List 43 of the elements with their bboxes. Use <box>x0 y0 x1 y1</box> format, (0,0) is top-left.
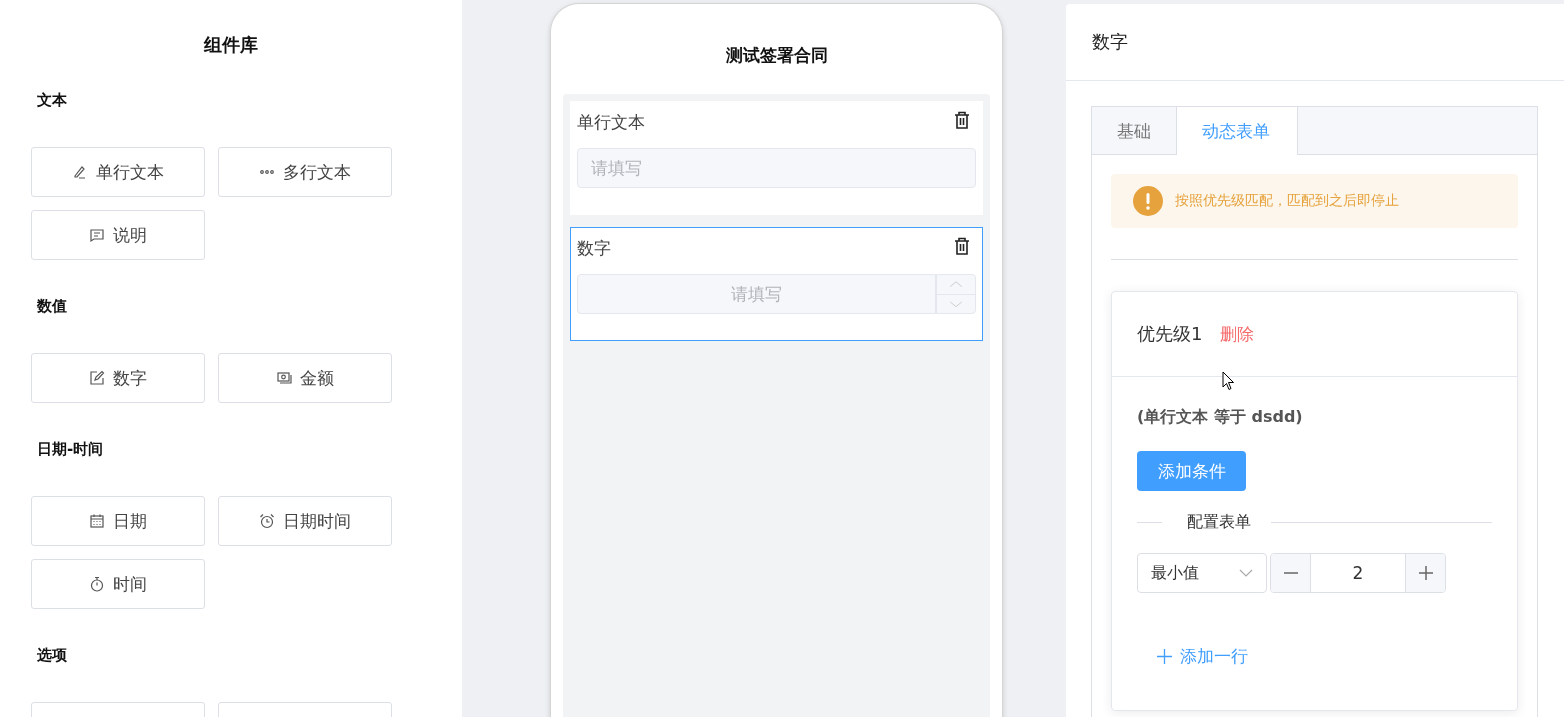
money-icon <box>276 370 292 386</box>
select-field[interactable]: 最小值 <box>1137 553 1267 593</box>
pen-icon <box>72 164 88 180</box>
minus-icon <box>1282 572 1299 574</box>
comment-icon <box>89 227 105 243</box>
plus-icon <box>1417 565 1434 581</box>
form-field-card[interactable]: 单行文本 请填写 <box>570 101 983 215</box>
warning-icon <box>1133 186 1163 216</box>
component-button[interactable]: 数字 <box>31 353 205 403</box>
panel-title: 组件库 <box>202 33 259 57</box>
trash-icon[interactable] <box>952 236 972 256</box>
condition-text: (单行文本 等于 dsdd) <box>1137 407 1303 426</box>
group-title: 日期-时间 <box>37 439 105 460</box>
panel-title: 数字 <box>1092 30 1128 54</box>
chevron-down-icon <box>1239 569 1253 577</box>
plus-icon <box>1157 649 1172 664</box>
minus-button[interactable] <box>1271 554 1311 592</box>
component-button[interactable]: 日期 <box>31 496 205 546</box>
form-field-card[interactable]: 数字 请填写 <box>570 227 983 341</box>
calendar-icon <box>89 513 105 529</box>
field-label: 数字 <box>577 237 611 260</box>
group-title: 文本 <box>37 90 68 111</box>
component-button[interactable]: 金额 <box>218 353 392 403</box>
mouse-cursor-icon <box>1222 371 1235 391</box>
form-title: 测试签署合同 <box>725 45 828 65</box>
rule-title: 优先级1 <box>1137 322 1203 346</box>
section-title: 配置表单 <box>1186 511 1252 533</box>
plus-button[interactable] <box>1405 554 1445 592</box>
group-title: 选项 <box>37 645 68 666</box>
alarm-clock-icon <box>259 513 275 529</box>
group-title: 数值 <box>37 296 68 317</box>
alert-text: 按照优先级匹配，匹配到之后即停止 <box>1175 192 1399 210</box>
number-stepper[interactable]: 2 <box>1270 553 1446 593</box>
edit-icon <box>89 370 105 386</box>
trash-icon[interactable] <box>952 110 972 130</box>
field-label: 单行文本 <box>577 111 645 134</box>
component-button[interactable]: 说明 <box>31 210 205 260</box>
component-button[interactable]: 单行文本 <box>31 147 205 197</box>
component-button[interactable]: 多行文本 <box>218 147 392 197</box>
component-button[interactable]: 日期时间 <box>218 496 392 546</box>
stopwatch-icon <box>89 576 105 592</box>
component-button[interactable]: 时间 <box>31 559 205 609</box>
spinner[interactable] <box>936 274 976 314</box>
